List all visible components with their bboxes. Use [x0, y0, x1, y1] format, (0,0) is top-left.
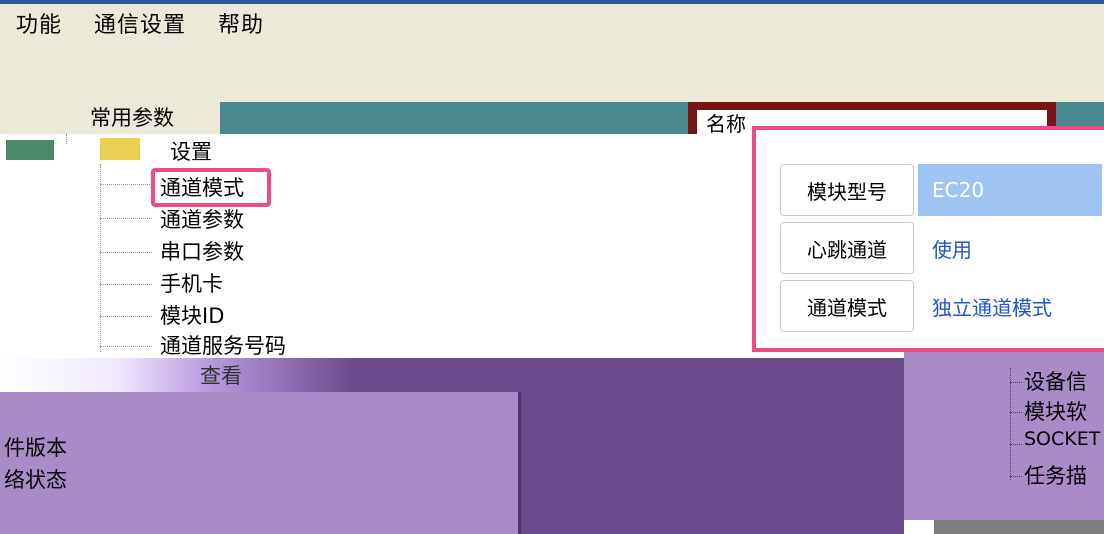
tree-item-channel-params[interactable]: 通道参数 [160, 204, 244, 234]
folder-icon [6, 140, 54, 160]
tab-view[interactable]: 查看 [200, 360, 242, 390]
tab-strip: 查看 [0, 358, 590, 392]
grid-row-module-model[interactable]: 模块型号 EC20 [780, 164, 1104, 216]
tree-item-serial-params[interactable]: 串口参数 [160, 236, 244, 266]
grid-key: 心跳通道 [780, 222, 914, 274]
tree-connector [100, 284, 152, 285]
tree-connector [1010, 444, 1022, 445]
menu-comm-settings[interactable]: 通信设置 [94, 7, 186, 39]
tree-connector [1010, 368, 1011, 480]
tree-connector [100, 316, 152, 317]
tree-item-module-software[interactable]: 模块软 [1024, 396, 1087, 426]
grid-key: 模块型号 [780, 164, 914, 216]
panel-divider [518, 392, 521, 534]
tree-item-device-info[interactable]: 设备信 [1024, 366, 1087, 396]
tree-connector [100, 218, 152, 219]
settings-group-icon [100, 138, 140, 160]
grid-key: 通道模式 [780, 280, 914, 332]
info-tree-right: 设备信 模块软 SOCKET 任务描 [904, 352, 1104, 520]
tree-connector [100, 164, 101, 352]
menu-bar: 功能 通信设置 帮助 [0, 4, 1104, 42]
highlight-channel-mode [151, 168, 271, 207]
settings-tree: 设置 通道模式 通道参数 串口参数 手机卡 模块ID 通道服务号码 [0, 134, 755, 359]
tree-item-service-number[interactable]: 通道服务号码 [160, 330, 286, 360]
tree-connector [1010, 382, 1022, 383]
grid-row-heartbeat[interactable]: 心跳通道 使用 [780, 222, 1104, 274]
property-grid: 模块型号 EC20 心跳通道 使用 通道模式 独立通道模式 [752, 126, 1104, 352]
tree-connector [100, 252, 152, 253]
tree-root-common-params[interactable]: 常用参数 [90, 102, 174, 132]
tree-group-settings[interactable]: 设置 [170, 136, 212, 166]
toolbar [0, 42, 1104, 102]
menu-help[interactable]: 帮助 [218, 7, 264, 39]
info-line-network: 络状态 [4, 468, 67, 492]
tree-connector [100, 184, 152, 185]
grid-value[interactable]: 使用 [918, 222, 1102, 274]
menu-function[interactable]: 功能 [16, 7, 62, 39]
tree-item-task-desc[interactable]: 任务描 [1024, 460, 1087, 490]
tree-item-module-id[interactable]: 模块ID [160, 300, 224, 330]
tree-item-socket[interactable]: SOCKET [1024, 428, 1100, 450]
tree-connector [1010, 476, 1022, 477]
scrollbar[interactable] [934, 520, 1104, 534]
grid-value[interactable]: 独立通道模式 [918, 280, 1102, 332]
info-panel-left: 件版本 络状态 [0, 392, 518, 534]
grid-row-channel-mode[interactable]: 通道模式 独立通道模式 [780, 280, 1104, 332]
grid-value[interactable]: EC20 [918, 164, 1102, 216]
tree-connector [66, 134, 67, 144]
info-panel-middle [518, 358, 904, 534]
tree-item-sim-card[interactable]: 手机卡 [160, 268, 223, 298]
info-line-firmware: 件版本 [4, 436, 67, 460]
tree-connector [100, 346, 152, 347]
tree-connector [1010, 412, 1022, 413]
